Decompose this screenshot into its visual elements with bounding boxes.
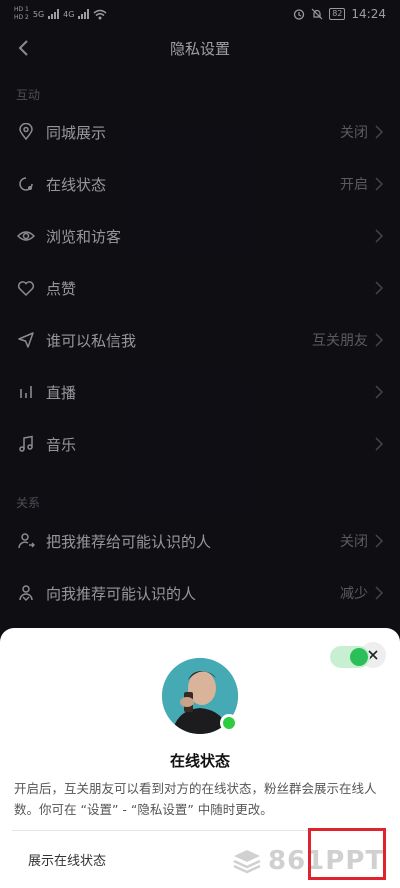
avatar-container bbox=[162, 658, 238, 734]
toggle-knob bbox=[350, 648, 368, 666]
show-online-status-toggle[interactable] bbox=[330, 646, 370, 668]
toggle-highlight-annotation bbox=[308, 828, 386, 880]
sheet-description: 开启后，互关朋友可以看到对方的在线状态，粉丝群会展示在线人数。你可在 “设置” … bbox=[14, 781, 377, 817]
sheet-title: 在线状态 bbox=[169, 752, 230, 770]
online-indicator bbox=[220, 714, 238, 732]
stack-logo-icon bbox=[233, 850, 261, 874]
